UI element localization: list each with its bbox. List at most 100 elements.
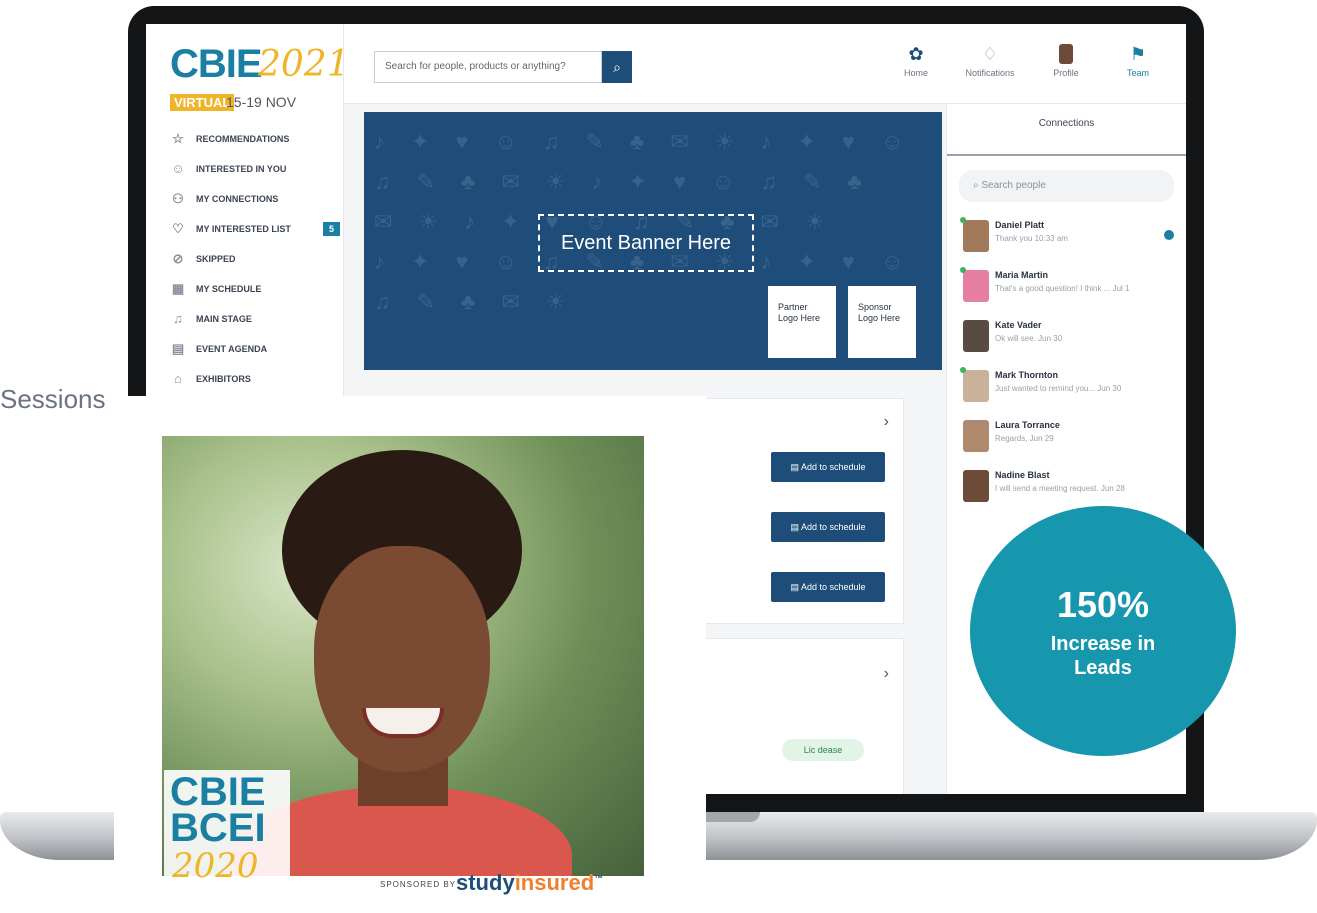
search-input[interactable]: Search for people, products or anything? [374, 51, 602, 83]
stat-line2: Leads [1074, 657, 1132, 679]
sponsor-logo-box: Sponsor Logo Here [848, 286, 916, 358]
connection-name: Daniel Platt [995, 220, 1045, 230]
sidebar-item-label: MY SCHEDULE [196, 284, 262, 294]
connection-message: I will send a meeting request. Jun 28 [995, 484, 1125, 493]
speaker-card: CBIE BCEI 2020 SPONSORED BY studyinsured… [114, 396, 706, 913]
smile-icon: ☺ [171, 161, 185, 176]
sidebar-item-label: EXHIBITORS [196, 374, 251, 384]
online-indicator [960, 367, 966, 373]
sidebar-item-label: MY INTERESTED LIST [196, 224, 291, 234]
brand-line2: BCEI [170, 806, 266, 850]
connection-item[interactable]: Maria Martin That's a good question! I th… [947, 262, 1186, 312]
sponsor-part2: insured [514, 870, 595, 895]
bell-icon: ♢ [981, 44, 999, 64]
count-badge: 5 [322, 222, 340, 236]
nav-home[interactable]: ✿ Home [886, 44, 946, 78]
connection-message: Thank you 10:33 am [995, 234, 1068, 243]
nav-team[interactable]: ⚑ Team [1108, 44, 1168, 78]
calendar-icon: ▤ [790, 582, 801, 592]
calendar-icon: ▤ [790, 522, 801, 532]
session-label: Sessions [0, 384, 106, 414]
sidebar-item-my-connections[interactable]: ⚇ MY CONNECTIONS [170, 184, 340, 214]
nav-notifications[interactable]: ♢ Notifications [960, 44, 1020, 78]
avatar [963, 470, 989, 502]
calendar-icon: ▤ [790, 462, 801, 472]
brand-year: 2020 [172, 846, 259, 886]
star-icon: ☆ [172, 131, 184, 146]
connection-item[interactable]: Kate Vader Ok will see. Jun 30 [947, 312, 1186, 362]
stage-icon: ♫ [173, 311, 183, 326]
nav-profile[interactable]: Profile [1036, 44, 1096, 78]
sidebar-item-label: EVENT AGENDA [196, 344, 268, 354]
add-to-schedule-label: Add to schedule [800, 522, 866, 532]
avatar [1036, 44, 1096, 68]
search-people-placeholder: Search people [981, 180, 1046, 191]
search-people-input[interactable]: ⌕ Search people [959, 170, 1174, 202]
connection-message: Regards, Jun 29 [995, 434, 1054, 443]
connection-message: That's a good question! I think ... Jul … [995, 284, 1130, 293]
connection-message: Ok will see. Jun 30 [995, 334, 1063, 343]
connection-name: Kate Vader [995, 320, 1042, 330]
add-to-schedule-button[interactable]: ▤ Add to schedule [771, 512, 885, 542]
trademark-mark: ™ [594, 873, 604, 884]
connection-item[interactable]: Mark Thornton Just wanted to remind you..… [947, 362, 1186, 412]
unread-indicator [1164, 230, 1174, 240]
stat-value: 150% [1056, 584, 1150, 625]
add-to-schedule-label: Add to schedule [800, 582, 866, 592]
people-icon: ⚇ [172, 191, 184, 206]
connection-item[interactable]: Laura Torrance Regards, Jun 29 [947, 412, 1186, 462]
brand-logo: CBIE BCEI 2020 [164, 770, 290, 896]
connection-message: Just wanted to remind you... Jun 30 [995, 384, 1122, 393]
top-bar: Search for people, products or anything?… [344, 24, 1186, 104]
sponsor-part1: study [456, 870, 515, 895]
connections-list: Daniel Platt Thank you 10:33 am Maria Mart… [947, 212, 1186, 512]
partner-logo-box: Partner Logo Here [768, 286, 836, 358]
sidebar-item-label: SKIPPED [196, 254, 236, 264]
connection-name: Maria Martin [995, 270, 1049, 280]
sidebar-item-interested-in-you[interactable]: ☺ INTERESTED IN YOU [170, 154, 340, 184]
logo-dates: 15-19 NOV [226, 94, 297, 110]
speaker-face [314, 546, 490, 772]
sidebar-item-event-agenda[interactable]: ▤ EVENT AGENDA [170, 334, 340, 364]
sidebar-item-label: MY CONNECTIONS [196, 194, 279, 204]
nav-label: Home [903, 68, 928, 78]
online-indicator [960, 267, 966, 273]
avatar [963, 320, 989, 352]
sidebar-item-my-interested-list[interactable]: ♡ MY INTERESTED LIST 5 [170, 214, 340, 244]
add-to-schedule-label: Add to schedule [800, 462, 866, 472]
online-indicator [960, 217, 966, 223]
connection-item[interactable]: Nadine Blast I will send a meeting reques… [947, 462, 1186, 512]
add-to-schedule-button[interactable]: ▤ Add to schedule [771, 452, 885, 482]
sidebar-item-main-stage[interactable]: ♫ MAIN STAGE [170, 304, 340, 334]
add-to-schedule-button[interactable]: ▤ Add to schedule [771, 572, 885, 602]
avatar [963, 420, 989, 452]
skip-icon: ⊘ [172, 251, 184, 266]
thumbs-up-icon: ♡ [172, 221, 184, 236]
sidebar-item-exhibitors[interactable]: ⌂ EXHIBITORS [170, 364, 340, 394]
banner-title: Event Banner Here [538, 214, 754, 272]
connection-name: Mark Thornton [995, 370, 1058, 380]
chevron-right-icon[interactable]: › [884, 665, 889, 683]
stat-circle: 150% Increase in Leads [970, 506, 1236, 756]
logo-virtual-badge: VIRTUAL [170, 94, 235, 111]
connection-name: Laura Torrance [995, 420, 1060, 430]
nav-label: Team [1126, 68, 1149, 78]
sponsor-logo: studyinsured™ [456, 870, 603, 896]
sidebar-item-my-schedule[interactable]: ▦ MY SCHEDULE [170, 274, 340, 304]
stat-line1: Increase in [1050, 633, 1156, 655]
calendar-icon: ▦ [171, 281, 185, 296]
team-icon: ⚑ [1129, 44, 1147, 64]
exhibitors-icon: ⌂ [174, 371, 182, 386]
search-button[interactable]: ⌕ [602, 51, 632, 83]
sidebar-item-skipped[interactable]: ⊘ SKIPPED [170, 244, 340, 274]
sidebar-item-label: MAIN STAGE [196, 314, 252, 324]
connection-item[interactable]: Daniel Platt Thank you 10:33 am [947, 212, 1186, 262]
logo-title: CBIE [170, 42, 263, 86]
connections-title: Connections [947, 104, 1186, 156]
sidebar-item-label: INTERESTED IN YOU [196, 164, 287, 174]
sidebar-item-label: RECOMMENDATIONS [196, 134, 290, 144]
sidebar-item-recommendations[interactable]: ☆ RECOMMENDATIONS [170, 124, 340, 154]
chevron-right-icon[interactable]: › [884, 413, 889, 431]
status-badge: Lic dease [782, 739, 864, 761]
nav-label: Notifications [965, 68, 1015, 78]
